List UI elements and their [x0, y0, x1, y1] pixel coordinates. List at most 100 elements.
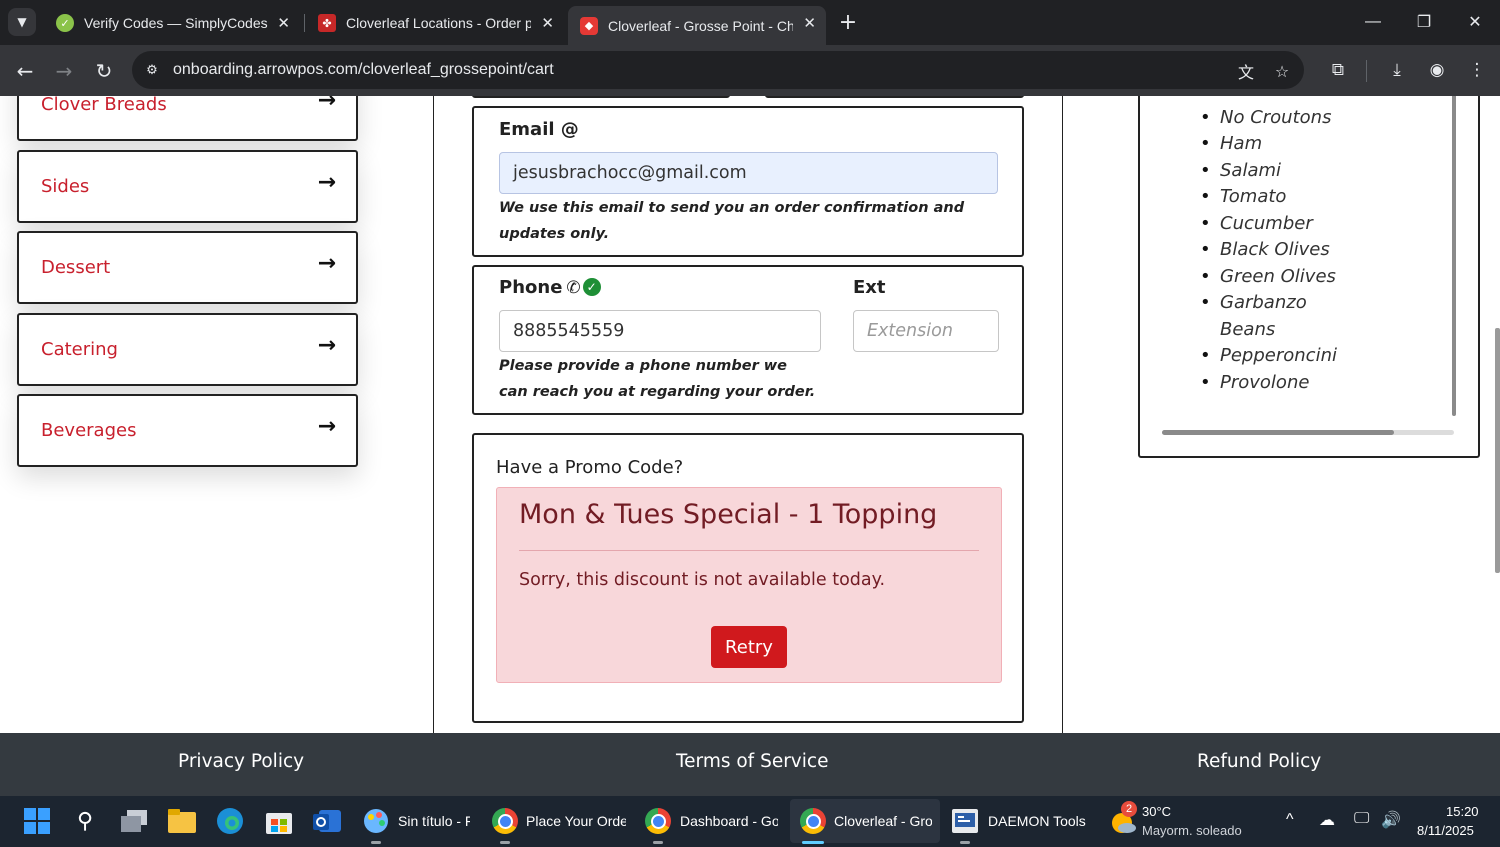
translate-icon[interactable]: 文 — [1235, 60, 1257, 82]
topping-list: . No Croutons Ham Salami Tomato Cucumber… — [1200, 96, 1360, 396]
list-item: Ham — [1200, 131, 1360, 158]
file-explorer-icon[interactable] — [165, 804, 199, 838]
taskbar-app-label[interactable]: DAEMON Tools L — [988, 813, 1086, 829]
category-label: Clover Breads — [41, 96, 167, 115]
windows-start-icon[interactable] — [20, 804, 54, 838]
weather-description[interactable]: Mayorm. soleado — [1142, 823, 1242, 838]
tab-simplycodes[interactable]: ✓ Verify Codes — SimplyCodes ✕ — [44, 6, 300, 40]
list-item: No Croutons — [1200, 105, 1360, 132]
edge-icon[interactable] — [213, 804, 247, 838]
chrome-icon[interactable] — [641, 804, 675, 838]
phone-field[interactable]: 8885545559 — [499, 310, 821, 352]
category-beverages[interactable]: Beverages → — [17, 394, 358, 467]
list-item: Tomato — [1200, 184, 1360, 211]
paint-icon[interactable] — [359, 804, 393, 838]
chrome-icon[interactable] — [796, 804, 830, 838]
privacy-policy-link[interactable]: Privacy Policy — [178, 751, 304, 772]
daemon-tools-icon[interactable] — [948, 804, 982, 838]
extensions-puzzle-icon[interactable]: ⧉ — [1325, 57, 1351, 83]
verified-check-icon: ✓ — [582, 278, 601, 296]
column-divider — [433, 96, 434, 733]
email-help-text: We use this email to send you an order c… — [499, 200, 965, 242]
taskbar-app-label[interactable]: Dashboard - Go — [680, 813, 778, 829]
clock-time[interactable]: 15:20 — [1446, 804, 1479, 819]
terms-of-service-link[interactable]: Terms of Service — [676, 751, 828, 772]
list-item: Pepperoncini — [1200, 343, 1360, 370]
extension-field[interactable]: Extension — [853, 310, 999, 352]
outlook-icon[interactable] — [310, 804, 344, 838]
category-sides[interactable]: Sides → — [17, 150, 358, 223]
inner-horizontal-scrollbar[interactable] — [1162, 430, 1394, 435]
email-label: Email @ — [499, 119, 579, 140]
volume-icon[interactable]: 🔊 — [1381, 810, 1401, 830]
arrow-right-icon: → — [317, 251, 336, 276]
tab-cloverleaf-locations[interactable]: ✤ Cloverleaf Locations - Order pizza ✕ — [306, 6, 564, 40]
close-tab-icon[interactable]: ✕ — [277, 14, 290, 32]
promo-error-message: Sorry, this discount is not available to… — [519, 570, 886, 590]
running-indicator — [500, 841, 510, 844]
clock-date[interactable]: 8/11/2025 — [1417, 823, 1474, 838]
arrow-right-icon: → — [317, 170, 336, 195]
email-field[interactable]: jesusbrachocc@gmail.com — [499, 152, 998, 194]
promo-code-section: Have a Promo Code? Mon & Tues Special - … — [472, 433, 1024, 723]
taskbar-app-label[interactable]: Sin título - F — [398, 813, 470, 829]
promo-error-alert: Mon & Tues Special - 1 Topping Sorry, th… — [496, 487, 1002, 683]
phone-help-text: Please provide a phone number we can rea… — [499, 358, 816, 400]
phone-icon: ✆ — [566, 278, 581, 298]
inner-vertical-scrollbar[interactable] — [1452, 96, 1456, 416]
category-dessert[interactable]: Dessert → — [17, 231, 358, 304]
running-indicator — [371, 841, 381, 844]
url-text[interactable]: onboarding.arrowpos.com/cloverleaf_gross… — [173, 61, 554, 79]
site-info-icon[interactable]: ⚙ — [142, 60, 162, 80]
search-icon[interactable]: ⚲ — [68, 804, 102, 838]
onedrive-off-icon[interactable]: ☁ — [1319, 810, 1335, 830]
phone-label-row: Phone ✆ ✓ — [499, 277, 601, 298]
tab-title: Verify Codes — SimplyCodes — [84, 15, 268, 31]
back-arrow-icon[interactable]: ← — [11, 57, 39, 85]
cloverleaf-icon: ✤ — [318, 14, 336, 32]
tab-separator — [304, 14, 305, 32]
bookmark-star-icon[interactable]: ☆ — [1271, 60, 1293, 82]
arrow-right-icon: → — [317, 96, 336, 113]
phone-section: Phone ✆ ✓ 8885545559 Please provide a phon… — [472, 265, 1024, 415]
toolbar-divider — [1366, 60, 1367, 82]
network-icon[interactable]: 🖵 — [1354, 810, 1369, 828]
site-footer: Privacy Policy Terms of Service Refund P… — [0, 733, 1500, 796]
weather-temp[interactable]: 30°C — [1142, 804, 1171, 819]
microsoft-store-icon[interactable] — [262, 804, 296, 838]
promo-name-heading: Mon & Tues Special - 1 Topping — [519, 499, 938, 530]
chevron-up-icon[interactable]: ^ — [1286, 811, 1294, 829]
ext-label: Ext — [853, 277, 886, 298]
taskbar-app-label[interactable]: Cloverleaf - Gros — [834, 813, 932, 829]
promo-title: Have a Promo Code? — [496, 457, 684, 478]
tab-cloverleaf-checkout[interactable]: ◆ Cloverleaf - Grosse Point - Checkout ✕ — [568, 6, 826, 45]
arrow-right-icon: → — [317, 333, 336, 358]
address-bar[interactable]: ⚙ onboarding.arrowpos.com/cloverleaf_gro… — [132, 51, 1304, 89]
phone-label: Phone — [499, 277, 563, 298]
tab-search-chevron-icon[interactable]: ▼ — [8, 8, 36, 36]
task-view-icon[interactable] — [117, 804, 151, 838]
refund-policy-link[interactable]: Refund Policy — [1197, 751, 1321, 772]
page-scrollbar[interactable] — [1495, 328, 1500, 573]
weather-badge: 2 — [1121, 801, 1137, 817]
reload-icon[interactable]: ↻ — [90, 57, 118, 85]
taskbar-app-label[interactable]: Place Your Order — [526, 813, 626, 829]
close-tab-icon[interactable]: ✕ — [803, 14, 816, 32]
close-tab-icon[interactable]: ✕ — [541, 14, 554, 32]
close-window-icon[interactable]: ✕ — [1455, 6, 1495, 38]
active-indicator — [802, 841, 824, 844]
checkout-page: Clover Breads → Sides → Dessert → Cateri… — [0, 96, 1500, 733]
category-catering[interactable]: Catering → — [17, 313, 358, 386]
profile-icon[interactable]: ◉ — [1424, 57, 1450, 83]
forward-arrow-icon[interactable]: → — [50, 57, 78, 85]
minimize-icon[interactable]: — — [1353, 6, 1393, 38]
new-tab-plus-icon[interactable]: + — [836, 8, 860, 36]
download-icon[interactable]: ⤓ — [1384, 57, 1410, 83]
restore-icon[interactable]: ❐ — [1404, 6, 1444, 38]
retry-button[interactable]: Retry — [711, 626, 787, 668]
category-clover-breads[interactable]: Clover Breads → — [17, 96, 358, 141]
tab-title: Cloverleaf - Grosse Point - Checkout — [608, 17, 793, 34]
chrome-icon[interactable] — [488, 804, 522, 838]
menu-kebab-icon[interactable]: ⋮ — [1464, 57, 1490, 83]
email-section: Email @ jesusbrachocc@gmail.com We use t… — [472, 106, 1024, 257]
